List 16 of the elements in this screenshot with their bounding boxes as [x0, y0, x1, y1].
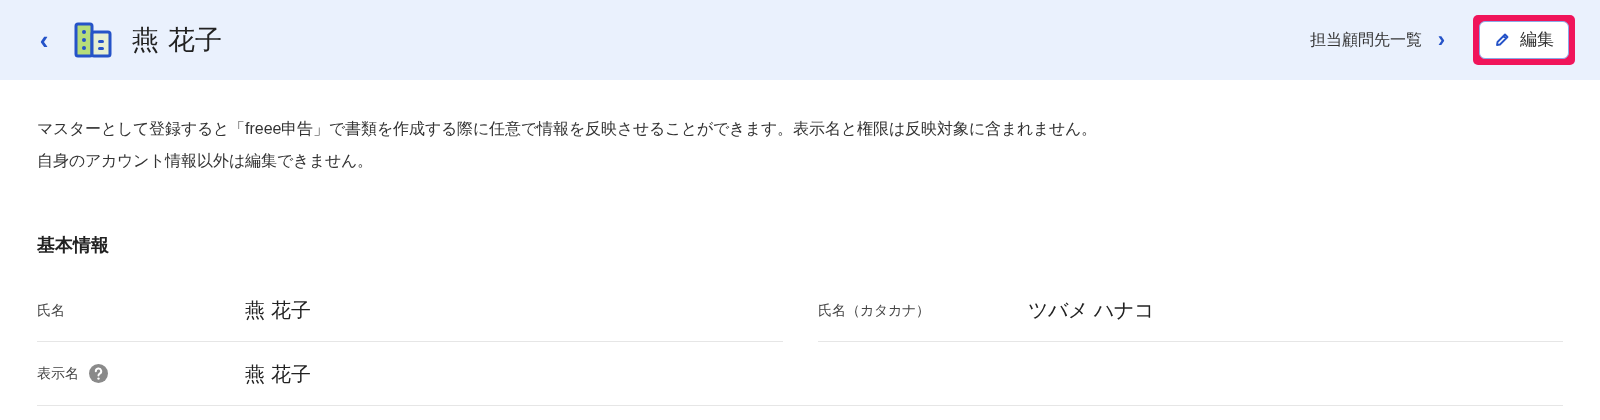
- building-icon: [74, 22, 112, 58]
- edit-button[interactable]: 編集: [1479, 21, 1569, 59]
- help-icon[interactable]: [89, 364, 108, 383]
- field-label: 表示名: [37, 364, 79, 383]
- field-label: 氏名（カタカナ）: [817, 300, 930, 320]
- pencil-icon: [1494, 32, 1510, 48]
- back-button[interactable]: ‹: [36, 27, 52, 53]
- field-value: ツバメ ハナコ: [1027, 297, 1154, 324]
- field-value: 燕 花子: [245, 297, 312, 324]
- page-title: 燕 花子: [132, 22, 222, 57]
- field-value: 燕 花子: [245, 360, 312, 388]
- client-list-link[interactable]: 担当顧問先一覧 ›: [1309, 28, 1445, 52]
- field-label: 氏名: [37, 300, 65, 320]
- notice-text: 自身のアカウント情報以外は編集できません。: [37, 151, 374, 171]
- section-title: 基本情報: [37, 234, 110, 257]
- notice-text: マスターとして登録すると「freee申告」で書類を作成する際に任意で情報を反映させることができます。表示名と権限は反映対象に含まれません。: [37, 119, 1099, 139]
